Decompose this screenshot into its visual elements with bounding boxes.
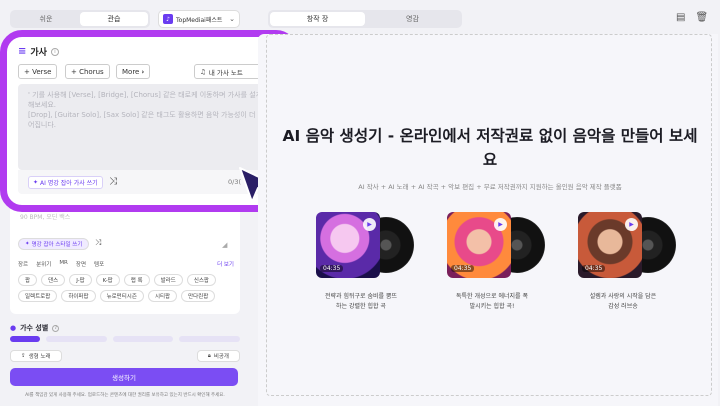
gender-option[interactable] [46,336,107,342]
ai-style-button[interactable]: ✦ 명강 잡아 스타일 쓰기 [18,238,90,250]
info-icon: i [50,47,59,56]
genre-chip[interactable]: 만다린팝 [181,290,216,302]
genre-tab[interactable]: 장면 [76,260,86,268]
palette-icon: ● [10,324,17,332]
card-description: 전략과 힘뒤구로 숨비를 뿜뜨 하는 강렬한 힙합 곡 [325,293,397,310]
genre-chip[interactable]: K-팝 [95,274,120,286]
lyrics-heading: ≡ 가사 i [18,45,59,58]
more-tags-label: More [122,67,140,76]
hero-title: AI 음악 생성기 - 온라인에서 저작권료 없이 음악을 만들어 보세요 [282,127,698,169]
duration: 04:35 [582,265,606,272]
notes-label: 내 가사 노트 [208,68,243,77]
genre-chip[interactable]: J-팝 [69,274,92,286]
genre-chip[interactable]: 일렉트로팝 [18,290,58,302]
model-label: TopMediai패스트 [176,16,223,24]
music-icon: ♪ [163,14,173,24]
add-chorus-button[interactable]: + Chorus [65,64,110,79]
ai-lyrics-label: AI 명강 잡아 가사 쓰기 [40,180,98,187]
gender-section-label: ● 가수 성별 ? [10,323,60,333]
notes-icon: ♫ [200,67,206,76]
ai-style-label: 명강 잡아 스타일 쓰기 [31,242,83,248]
play-icon[interactable]: ▶ [363,218,376,231]
play-icon[interactable]: ▶ [494,218,507,231]
privacy-row: ⇪ 생형 노래 🔒︎ 비공개 [10,350,240,362]
duration: 04:35 [451,265,475,272]
genre-chip[interactable]: 시티팝 [147,290,178,302]
gender-option[interactable] [112,336,174,342]
genre-chip[interactable]: 하이퍼팝 [61,290,96,302]
lock-icon: 🔒︎ [207,352,211,359]
lyrics-textarea[interactable]: ' 기를 사용해 [Verse], [Bridge], [Chorus] 같은 … [18,84,286,170]
tab-easy[interactable]: 쉬운 [12,12,80,26]
trash-icon[interactable]: 🗑︎ [695,12,708,23]
upload-icon: ⇪ [21,353,26,359]
song-type-button[interactable]: ⇪ 생형 노래 [10,350,62,362]
card-description: 설렘과 사랑의 시작을 담은 감성 러브송 [589,293,657,310]
lyrics-icon: ≡ [18,46,27,57]
help-icon: ? [52,324,60,332]
genre-chip[interactable]: 랩 록 [123,274,150,286]
mode-tabs: 쉬운 관습 [10,10,150,28]
private-toggle[interactable]: 🔒︎ 비공개 [196,350,240,362]
generate-button[interactable]: 생성하기 [10,368,238,386]
right-tabs: 창작 장 영감 [268,10,462,28]
gender-option[interactable] [179,336,241,342]
gender-options [10,336,241,342]
hero-subtitle: AI 작사 + AI 노래 + AI 작곡 + 악보 편집 + 무료 저작권까지… [358,183,622,191]
document-icon[interactable]: ▤ [676,12,685,23]
private-label: 비공개 [213,354,229,360]
more-tags-button[interactable]: More › [116,64,151,79]
sparkle-icon: ✦ [25,241,30,247]
tab-inspiration[interactable]: 영감 [365,12,460,26]
tab-custom[interactable]: 관습 [80,12,148,26]
genre-chip[interactable]: 뉴로펀티시즌 [99,290,144,302]
style-input[interactable]: 90 BPM, 오딘 백스 [20,212,70,221]
add-verse-button[interactable]: + Verse [18,64,58,79]
card-description: 독특한 개성으로 에너지를 폭 발시키는 힙합 곡! [456,293,528,310]
genre-tab[interactable]: MR [59,260,68,268]
song-type-label: 생형 노래 [28,354,51,360]
model-select[interactable]: ♪ TopMediai패스트 ⌄ [158,10,240,28]
play-icon[interactable]: ▶ [625,218,638,231]
genre-tabs: 장르 분위기 MR 장면 템포 더 보기 [18,260,234,268]
chevron-down-icon: ⌄ [229,15,235,23]
disclaimer: AI를 책임감 있게 사용해 주세요. 업로드하는 콘텐츠에 대한 권리를 보유… [25,393,225,398]
duration: 04:35 [320,265,344,272]
shuffle-icon[interactable]: ⤨ [109,176,117,187]
more-link[interactable]: 더 보기 [217,260,234,268]
gender-option[interactable] [10,336,40,342]
resize-icon: ◢ [222,241,228,249]
genre-chips: 팝 댄스 J-팝 K-팝 랩 록 발라드 신스팝 일렉트로팝 하이퍼팝 뉴로펀티… [18,274,236,302]
lyrics-title: 가사 [30,48,47,58]
chevron-right-icon: › [141,67,145,76]
genre-chip[interactable]: 댄스 [41,274,66,286]
genre-tab[interactable]: 템포 [94,260,104,268]
top-icons: ▤ 🗑︎ [676,12,708,23]
genre-chip[interactable]: 팝 [18,274,38,286]
ai-lyrics-button[interactable]: ✦ AI 명강 잡아 가사 쓰기 [28,176,103,189]
genre-tab[interactable]: 장르 [18,260,28,268]
genre-chip[interactable]: 발라드 [153,274,183,286]
tab-create[interactable]: 창작 장 [270,12,365,26]
shuffle-icon[interactable]: ⤨ [95,238,101,248]
sparkle-icon: ✦ [33,179,39,186]
gender-label-text: 가수 성별 [20,324,49,332]
genre-tab[interactable]: 분위기 [36,260,51,268]
genre-chip[interactable]: 신스팝 [186,274,216,286]
